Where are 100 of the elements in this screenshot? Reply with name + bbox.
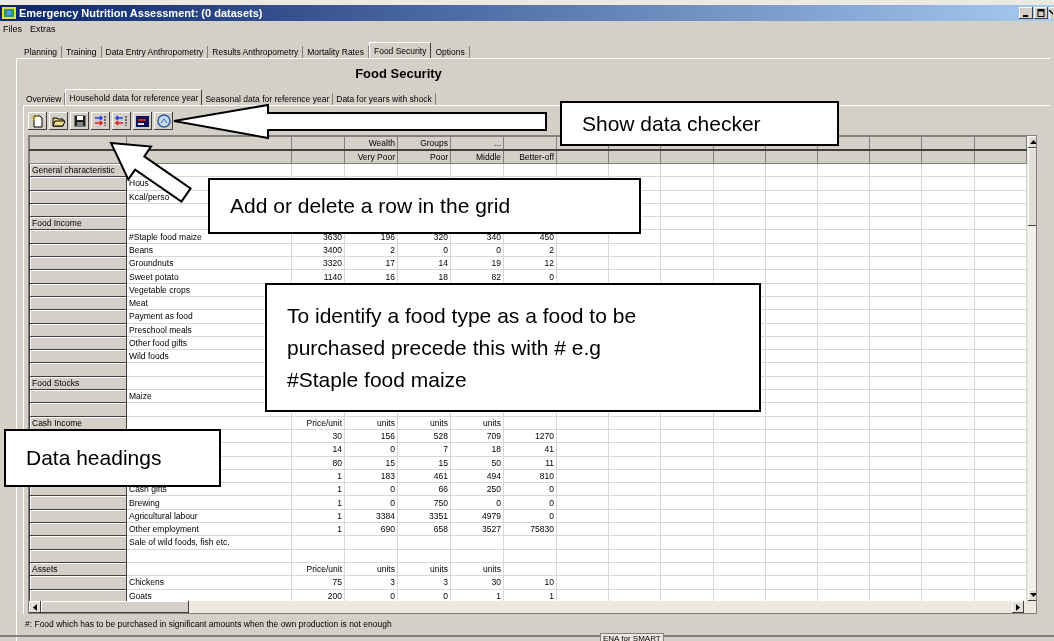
table-cell: 1 <box>337 510 342 521</box>
table-cell: Price/unit <box>306 417 342 428</box>
tab[interactable]: Data for years with shock <box>333 93 436 105</box>
table-cell: 1 <box>549 590 554 601</box>
table-cell: 30 <box>491 577 501 588</box>
table-cell: 1 <box>337 524 342 535</box>
table-cell: Chickens <box>129 577 164 588</box>
table-cell: 0 <box>443 244 448 255</box>
table-cell: 0 <box>443 590 448 601</box>
table-cell: 3351 <box>429 510 448 521</box>
table-cell: 461 <box>433 470 448 481</box>
tab[interactable]: Results Anthropometry <box>208 46 304 58</box>
table-cell: 0 <box>549 497 554 508</box>
table-cell: 0 <box>549 510 554 521</box>
table-cell: 494 <box>486 470 501 481</box>
table-cell: Kcal/perso <box>129 191 170 202</box>
tab[interactable]: Training <box>62 46 102 58</box>
table-cell: Sweet potato <box>129 271 179 282</box>
table-cell: 528 <box>433 431 448 442</box>
menu-item[interactable]: Files <box>3 24 22 34</box>
table-cell: 0 <box>549 271 554 282</box>
table-cell: 250 <box>486 484 501 495</box>
table-cell: 1140 <box>323 271 342 282</box>
table-cell: 7 <box>443 444 448 455</box>
column-header: Poor <box>430 152 448 162</box>
column-group-header: ... <box>493 138 501 148</box>
table-cell: Brewing <box>129 497 160 508</box>
table-cell: 30 <box>332 431 342 442</box>
tab[interactable]: Food Security <box>368 42 432 58</box>
column-header: Middle <box>475 152 501 162</box>
table-cell: Vegetable crops <box>129 284 190 295</box>
table-cell: Beans <box>129 244 154 255</box>
column-group-header: Wealth <box>368 138 395 148</box>
table-cell: 690 <box>380 524 395 535</box>
table-cell: units <box>483 417 501 428</box>
table-cell: 340 <box>486 231 501 242</box>
table-cell: 1 <box>337 497 342 508</box>
table-cell: 80 <box>332 457 342 468</box>
callout-text: To identify a food type as a food to be purchased precede this with # e.g #Staple food maize <box>287 302 637 393</box>
window-title: Emergency Nutrition Assessment: (0 datasets) <box>19 7 263 19</box>
table-cell: 3320 <box>323 258 342 269</box>
page-title: Food Security <box>355 65 442 81</box>
table-cell: 75 <box>332 577 342 588</box>
table-cell: units <box>430 417 448 428</box>
table-cell: 0 <box>496 497 501 508</box>
table-cell: 3 <box>443 577 448 588</box>
table-cell: units <box>377 564 395 575</box>
table-cell: 12 <box>544 258 554 269</box>
tab[interactable]: Mortality Rates <box>303 46 369 58</box>
tab[interactable]: Overview <box>23 93 66 105</box>
column-header: Very Poor <box>357 152 395 162</box>
table-cell: 41 <box>544 444 554 455</box>
table-cell: 10 <box>544 577 554 588</box>
tab[interactable]: Household data for reference year <box>65 89 203 105</box>
table-cell: Other food gifts <box>129 338 188 348</box>
footnote: #: Food which has to be purchased in significant amounts when the own production is not enough <box>25 619 393 629</box>
table-cell: 200 <box>327 590 342 601</box>
menu-item[interactable]: Extras <box>30 24 56 34</box>
table-cell: 16 <box>385 271 395 282</box>
table-cell: 3527 <box>482 524 501 535</box>
table-cell: 3400 <box>323 244 342 255</box>
table-cell: 196 <box>380 231 395 242</box>
table-cell: Preschool meals <box>129 324 192 335</box>
table-cell: 1270 <box>535 431 554 442</box>
table-cell: 750 <box>433 497 448 508</box>
table-cell: 0 <box>390 484 395 495</box>
table-cell: 14 <box>438 258 448 269</box>
table-cell: 17 <box>385 258 395 269</box>
table-cell: 4979 <box>482 510 501 521</box>
table-cell: 156 <box>380 431 395 442</box>
column-group-header: Groups <box>420 138 448 148</box>
tab[interactable]: Planning <box>20 46 63 58</box>
table-cell: 0 <box>390 590 395 601</box>
table-cell: 709 <box>486 431 501 442</box>
table-cell: 1 <box>337 470 342 481</box>
table-cell: 15 <box>385 457 395 468</box>
table-cell: Hous <box>129 178 149 189</box>
table-cell: 3 <box>390 577 395 588</box>
table-cell: Price/unit <box>306 564 342 575</box>
table-cell: Sale of wild foods, fish etc. <box>129 537 230 548</box>
table-cell: Other employment <box>129 524 199 535</box>
table-cell: #Staple food maize <box>129 231 202 242</box>
table-cell: Meat <box>129 298 148 309</box>
table-cell: 50 <box>491 457 501 468</box>
table-cell: 0 <box>390 444 395 455</box>
tab[interactable]: Options <box>431 46 470 58</box>
table-cell: 1 <box>496 590 501 601</box>
table-cell: 2 <box>549 244 554 255</box>
table-cell: 1 <box>337 484 342 495</box>
table-cell: 82 <box>491 271 501 282</box>
table-cell: units <box>377 417 395 428</box>
tab[interactable]: Data Entry Anthropometry <box>101 46 209 58</box>
table-cell: 0 <box>549 484 554 495</box>
column-header: Better-off <box>519 152 554 162</box>
table-cell: 3384 <box>376 510 395 521</box>
table-cell: 15 <box>438 457 448 468</box>
table-cell: 75830 <box>530 524 554 535</box>
callout-text: Show data checker <box>582 110 761 137</box>
table-cell: 2 <box>390 244 395 255</box>
table-cell: units <box>483 564 501 575</box>
